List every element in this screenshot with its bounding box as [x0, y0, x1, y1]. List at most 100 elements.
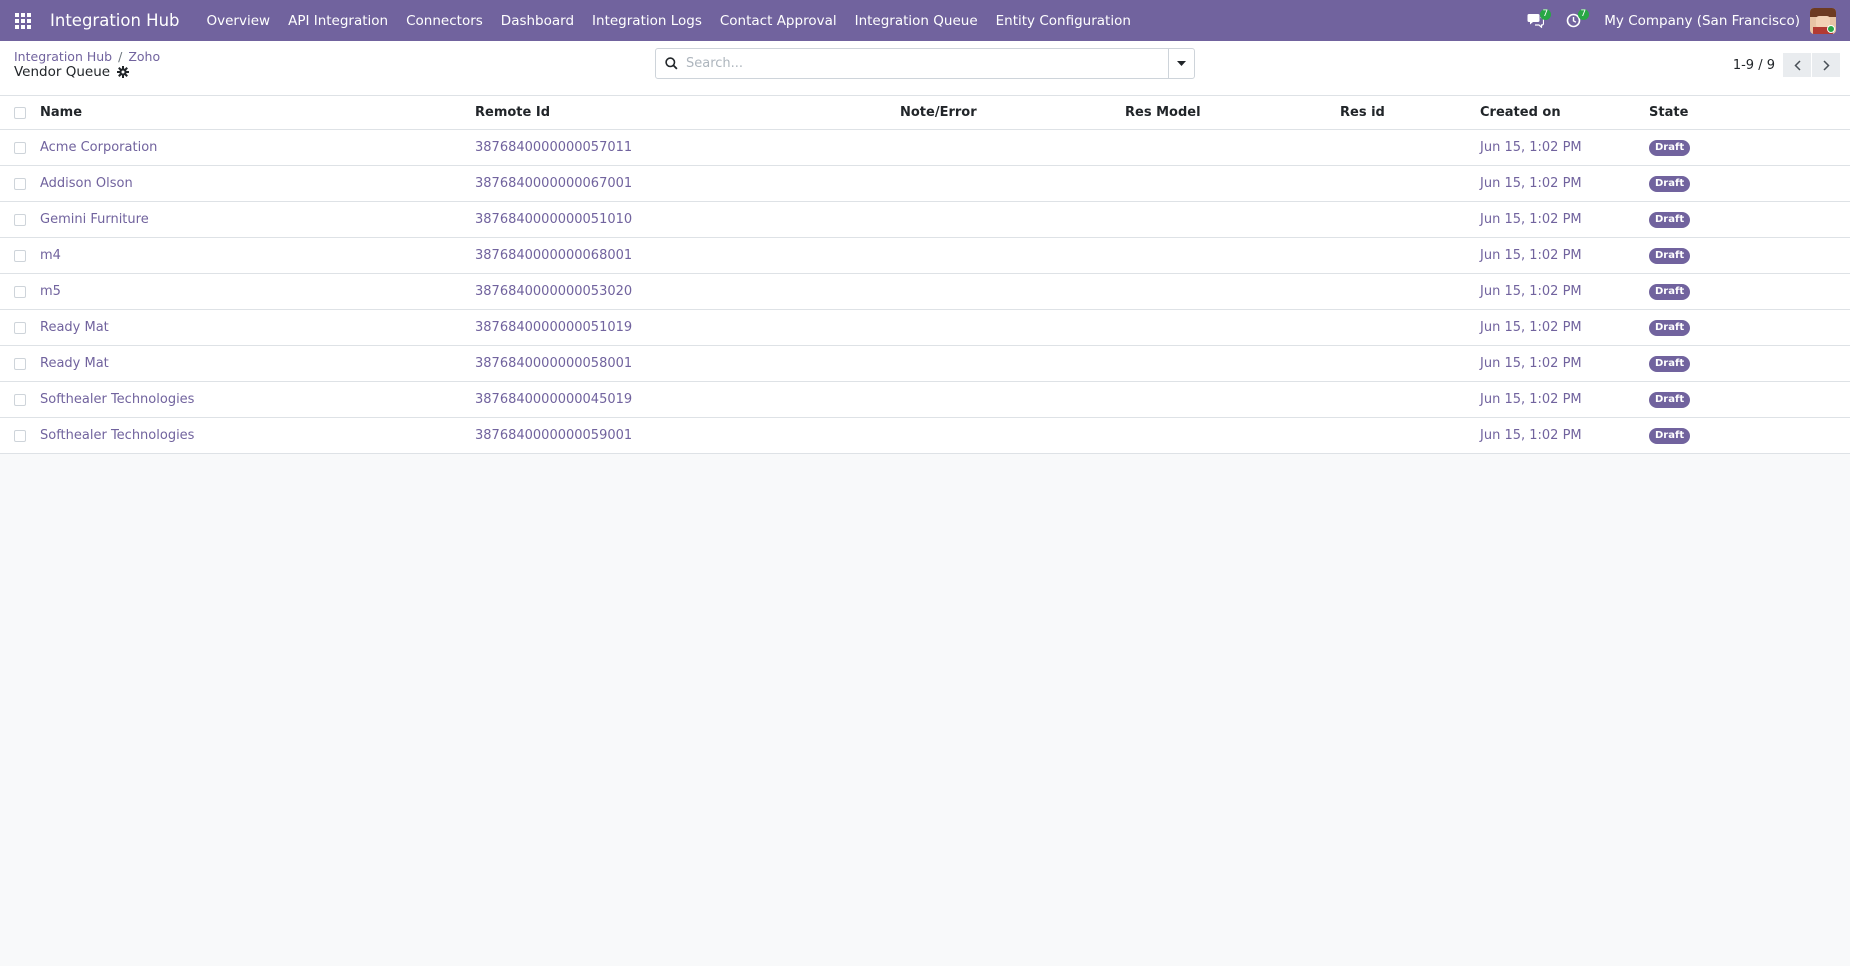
table-row[interactable]: Acme Corporation 3876840000000057011 Jun… [0, 130, 1850, 166]
cell-state: Draft [1649, 202, 1691, 237]
menu-item-integration-logs[interactable]: Integration Logs [583, 13, 711, 29]
menu-item-overview[interactable]: Overview [198, 13, 280, 29]
column-header-res-id[interactable]: Res id [1340, 96, 1385, 129]
table-row[interactable]: m4 3876840000000068001 Jun 15, 1:02 PM D… [0, 238, 1850, 274]
search-bar [655, 48, 1195, 79]
search-options-toggle[interactable] [1168, 49, 1194, 78]
row-checkbox[interactable] [14, 310, 27, 345]
chevron-right-icon [1822, 59, 1830, 71]
menu-item-connectors[interactable]: Connectors [397, 13, 492, 29]
column-header-created-on[interactable]: Created on [1480, 96, 1561, 129]
cell-created-on: Jun 15, 1:02 PM [1480, 392, 1582, 407]
vendor-queue-list: Name Remote Id Note/Error Res Model Res … [0, 96, 1850, 454]
status-badge: Draft [1649, 319, 1691, 336]
activities-button[interactable]: 7 [1560, 8, 1590, 34]
search-input[interactable] [678, 49, 1168, 78]
messages-button[interactable]: 7 [1522, 8, 1552, 34]
table-row[interactable]: Addison Olson 3876840000000067001 Jun 15… [0, 166, 1850, 202]
gear-icon[interactable] [117, 66, 130, 78]
systray: 7 7 My Company (San Francisco) [1522, 0, 1850, 41]
column-header-res-model[interactable]: Res Model [1125, 96, 1201, 129]
top-navbar: Integration Hub Overview API Integration… [0, 0, 1850, 41]
breadcrumb-separator: / [118, 49, 123, 64]
cell-state: Draft [1649, 130, 1691, 165]
pager: 1-9 / 9 [1733, 53, 1840, 77]
table-row[interactable]: Softhealer Technologies 3876840000000059… [0, 418, 1850, 454]
cell-created-on: Jun 15, 1:02 PM [1480, 284, 1582, 299]
cell-remote-id: 3876840000000045019 [475, 392, 633, 407]
control-panel: Integration Hub / Zoho Vendor Queue Sear… [0, 41, 1850, 96]
menu-item-contact-approval[interactable]: Contact Approval [711, 13, 846, 29]
cell-name: m5 [40, 284, 61, 299]
row-checkbox[interactable] [14, 274, 27, 309]
row-checkbox[interactable] [14, 346, 27, 381]
status-badge: Draft [1649, 175, 1691, 192]
cell-state: Draft [1649, 274, 1691, 309]
pager-next-button[interactable] [1812, 53, 1840, 77]
cell-remote-id: 3876840000000051019 [475, 320, 633, 335]
column-header-state[interactable]: State [1649, 96, 1688, 129]
cell-name: Softhealer Technologies [40, 392, 195, 407]
cell-remote-id: 3876840000000067001 [475, 176, 633, 191]
table-row[interactable]: Softhealer Technologies 3876840000000045… [0, 382, 1850, 418]
page-title-wrapper: Vendor Queue [14, 64, 130, 80]
menu-item-integration-queue[interactable]: Integration Queue [846, 13, 987, 29]
cell-created-on: Jun 15, 1:02 PM [1480, 212, 1582, 227]
cell-created-on: Jun 15, 1:02 PM [1480, 140, 1582, 155]
cell-name: Gemini Furniture [40, 212, 149, 227]
cell-name: m4 [40, 248, 61, 263]
status-badge: Draft [1649, 283, 1691, 300]
cell-remote-id: 3876840000000051010 [475, 212, 633, 227]
status-badge: Draft [1649, 247, 1691, 264]
cell-name: Ready Mat [40, 320, 109, 335]
cell-state: Draft [1649, 166, 1691, 201]
status-badge: Draft [1649, 139, 1691, 156]
status-badge: Draft [1649, 355, 1691, 372]
column-header-note-error[interactable]: Note/Error [900, 96, 977, 129]
row-checkbox[interactable] [14, 238, 27, 273]
breadcrumb-item-zoho[interactable]: Zoho [128, 49, 160, 64]
cell-remote-id: 3876840000000058001 [475, 356, 633, 371]
cell-created-on: Jun 15, 1:02 PM [1480, 248, 1582, 263]
row-checkbox[interactable] [14, 166, 27, 201]
apps-grid-icon[interactable] [14, 12, 32, 30]
cell-created-on: Jun 15, 1:02 PM [1480, 176, 1582, 191]
menu-item-api-integration[interactable]: API Integration [279, 13, 397, 29]
cell-name: Ready Mat [40, 356, 109, 371]
column-header-name[interactable]: Name [40, 96, 82, 129]
column-header-remote-id[interactable]: Remote Id [475, 96, 550, 129]
row-checkbox[interactable] [14, 382, 27, 417]
status-dot [1827, 24, 1835, 33]
pager-previous-button[interactable] [1783, 53, 1811, 77]
status-badge: Draft [1649, 427, 1691, 444]
status-badge: Draft [1649, 211, 1691, 228]
chevron-left-icon [1793, 59, 1801, 71]
cell-state: Draft [1649, 418, 1691, 453]
row-checkbox[interactable] [14, 202, 27, 237]
cell-remote-id: 3876840000000068001 [475, 248, 633, 263]
app-brand[interactable]: Integration Hub [50, 11, 180, 30]
pager-value[interactable]: 1-9 / 9 [1733, 58, 1775, 73]
row-checkbox[interactable] [14, 418, 27, 453]
menu-item-dashboard[interactable]: Dashboard [492, 13, 583, 29]
cell-state: Draft [1649, 346, 1691, 381]
cell-remote-id: 3876840000000057011 [475, 140, 633, 155]
table-row[interactable]: m5 3876840000000053020 Jun 15, 1:02 PM D… [0, 274, 1850, 310]
table-row[interactable]: Gemini Furniture 3876840000000051010 Jun… [0, 202, 1850, 238]
cell-name: Addison Olson [40, 176, 133, 191]
table-header: Name Remote Id Note/Error Res Model Res … [0, 96, 1850, 130]
cell-state: Draft [1649, 238, 1691, 273]
select-all-checkbox[interactable] [14, 96, 27, 129]
caret-down-icon [1177, 61, 1186, 66]
company-switcher[interactable]: My Company (San Francisco) [1604, 13, 1800, 29]
cell-remote-id: 3876840000000053020 [475, 284, 633, 299]
breadcrumb-item-integration-hub[interactable]: Integration Hub [14, 49, 112, 64]
cell-created-on: Jun 15, 1:02 PM [1480, 320, 1582, 335]
table-row[interactable]: Ready Mat 3876840000000051019 Jun 15, 1:… [0, 310, 1850, 346]
avatar[interactable] [1810, 7, 1836, 34]
table-row[interactable]: Ready Mat 3876840000000058001 Jun 15, 1:… [0, 346, 1850, 382]
activities-count-badge: 7 [1577, 8, 1590, 20]
menu-item-entity-configuration[interactable]: Entity Configuration [987, 13, 1140, 29]
row-checkbox[interactable] [14, 130, 27, 165]
cell-remote-id: 3876840000000059001 [475, 428, 633, 443]
